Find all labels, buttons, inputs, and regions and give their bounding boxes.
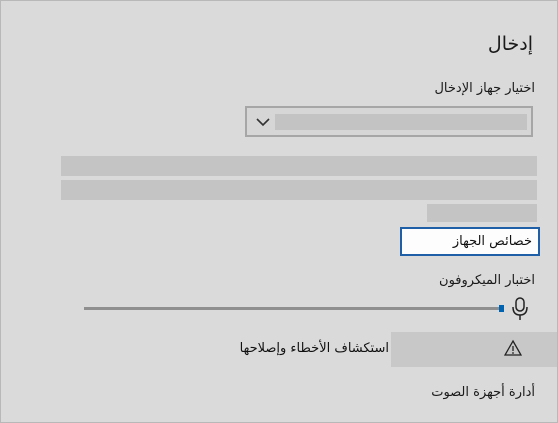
manage-sound-devices-link[interactable]: أدارة أجهزة الصوت — [431, 385, 535, 400]
placeholder-bar — [61, 180, 537, 200]
device-properties-button[interactable]: خصائص الجهاز — [400, 227, 540, 256]
input-device-dropdown[interactable] — [245, 106, 533, 137]
microphone-level-indicator — [499, 305, 504, 312]
warning-icon — [504, 339, 522, 356]
section-title: إدخال — [487, 33, 533, 55]
test-microphone-label: اختبار الميكروفون — [439, 273, 535, 288]
microphone-icon — [512, 297, 528, 320]
placeholder-bar — [427, 204, 537, 222]
chevron-down-icon — [256, 118, 270, 127]
placeholder-bar — [61, 156, 537, 176]
settings-panel: إدخال اختيار جهاز الإدخال خصائص الجهاز ا… — [0, 0, 558, 423]
microphone-level-track — [84, 307, 502, 310]
input-device-selected-value — [275, 114, 527, 130]
troubleshoot-label[interactable]: استكشاف الأخطاء وإصلاحها — [240, 341, 389, 356]
troubleshoot-button[interactable] — [391, 332, 557, 367]
input-device-label: اختيار جهاز الإدخال — [434, 81, 535, 96]
